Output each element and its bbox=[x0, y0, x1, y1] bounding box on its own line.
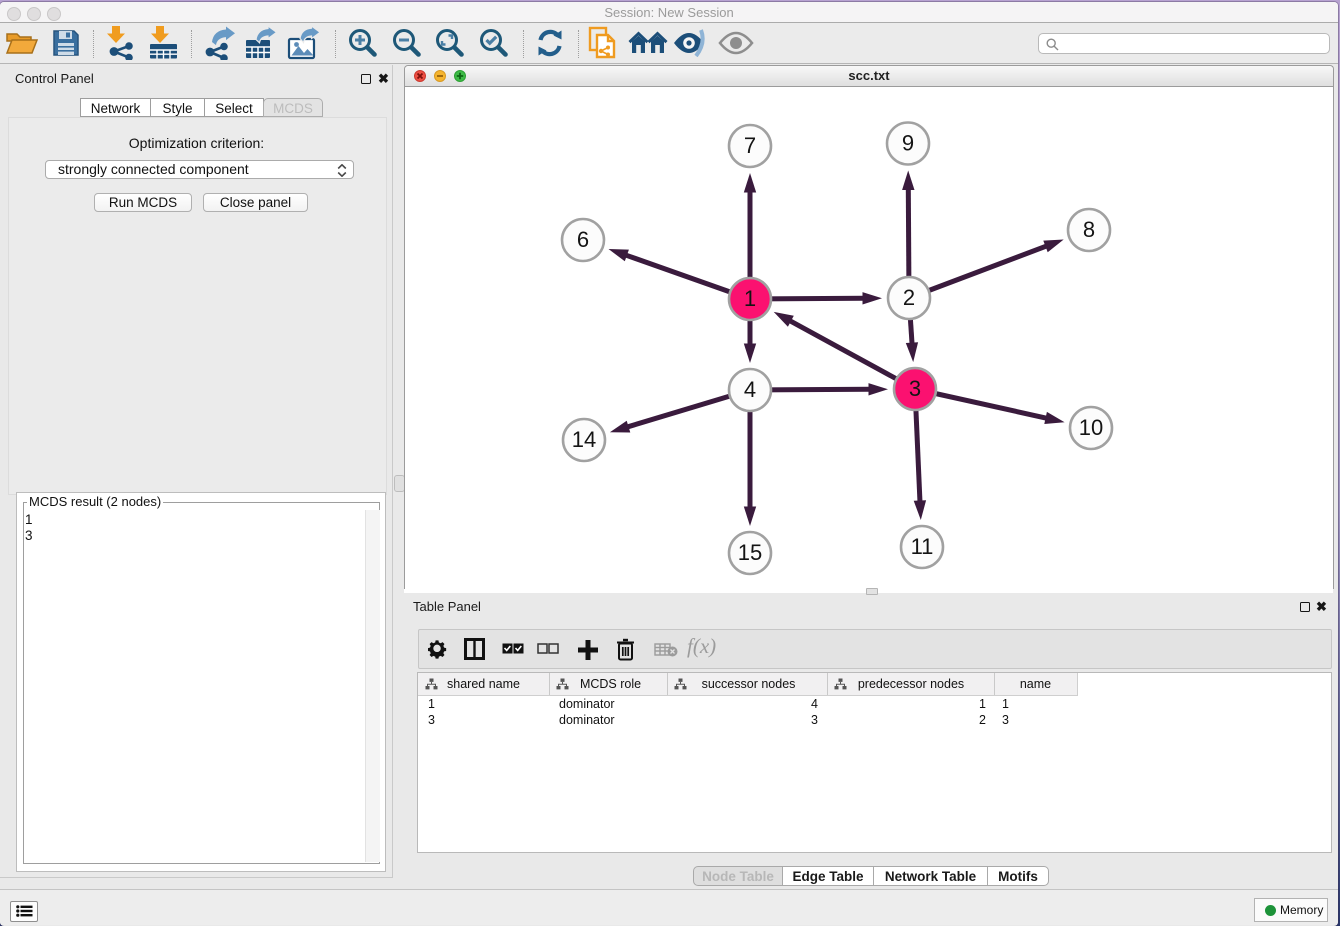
svg-text:4: 4 bbox=[744, 377, 756, 402]
svg-text:10: 10 bbox=[1079, 415, 1103, 440]
svg-text:11: 11 bbox=[911, 534, 934, 559]
svg-text:6: 6 bbox=[577, 227, 589, 252]
svg-text:9: 9 bbox=[902, 131, 914, 156]
svg-text:1: 1 bbox=[744, 286, 756, 311]
svg-text:8: 8 bbox=[1083, 217, 1095, 242]
svg-text:7: 7 bbox=[744, 133, 756, 158]
svg-text:2: 2 bbox=[903, 285, 915, 310]
svg-text:15: 15 bbox=[738, 540, 762, 565]
svg-text:3: 3 bbox=[909, 376, 921, 401]
svg-text:14: 14 bbox=[572, 427, 596, 452]
